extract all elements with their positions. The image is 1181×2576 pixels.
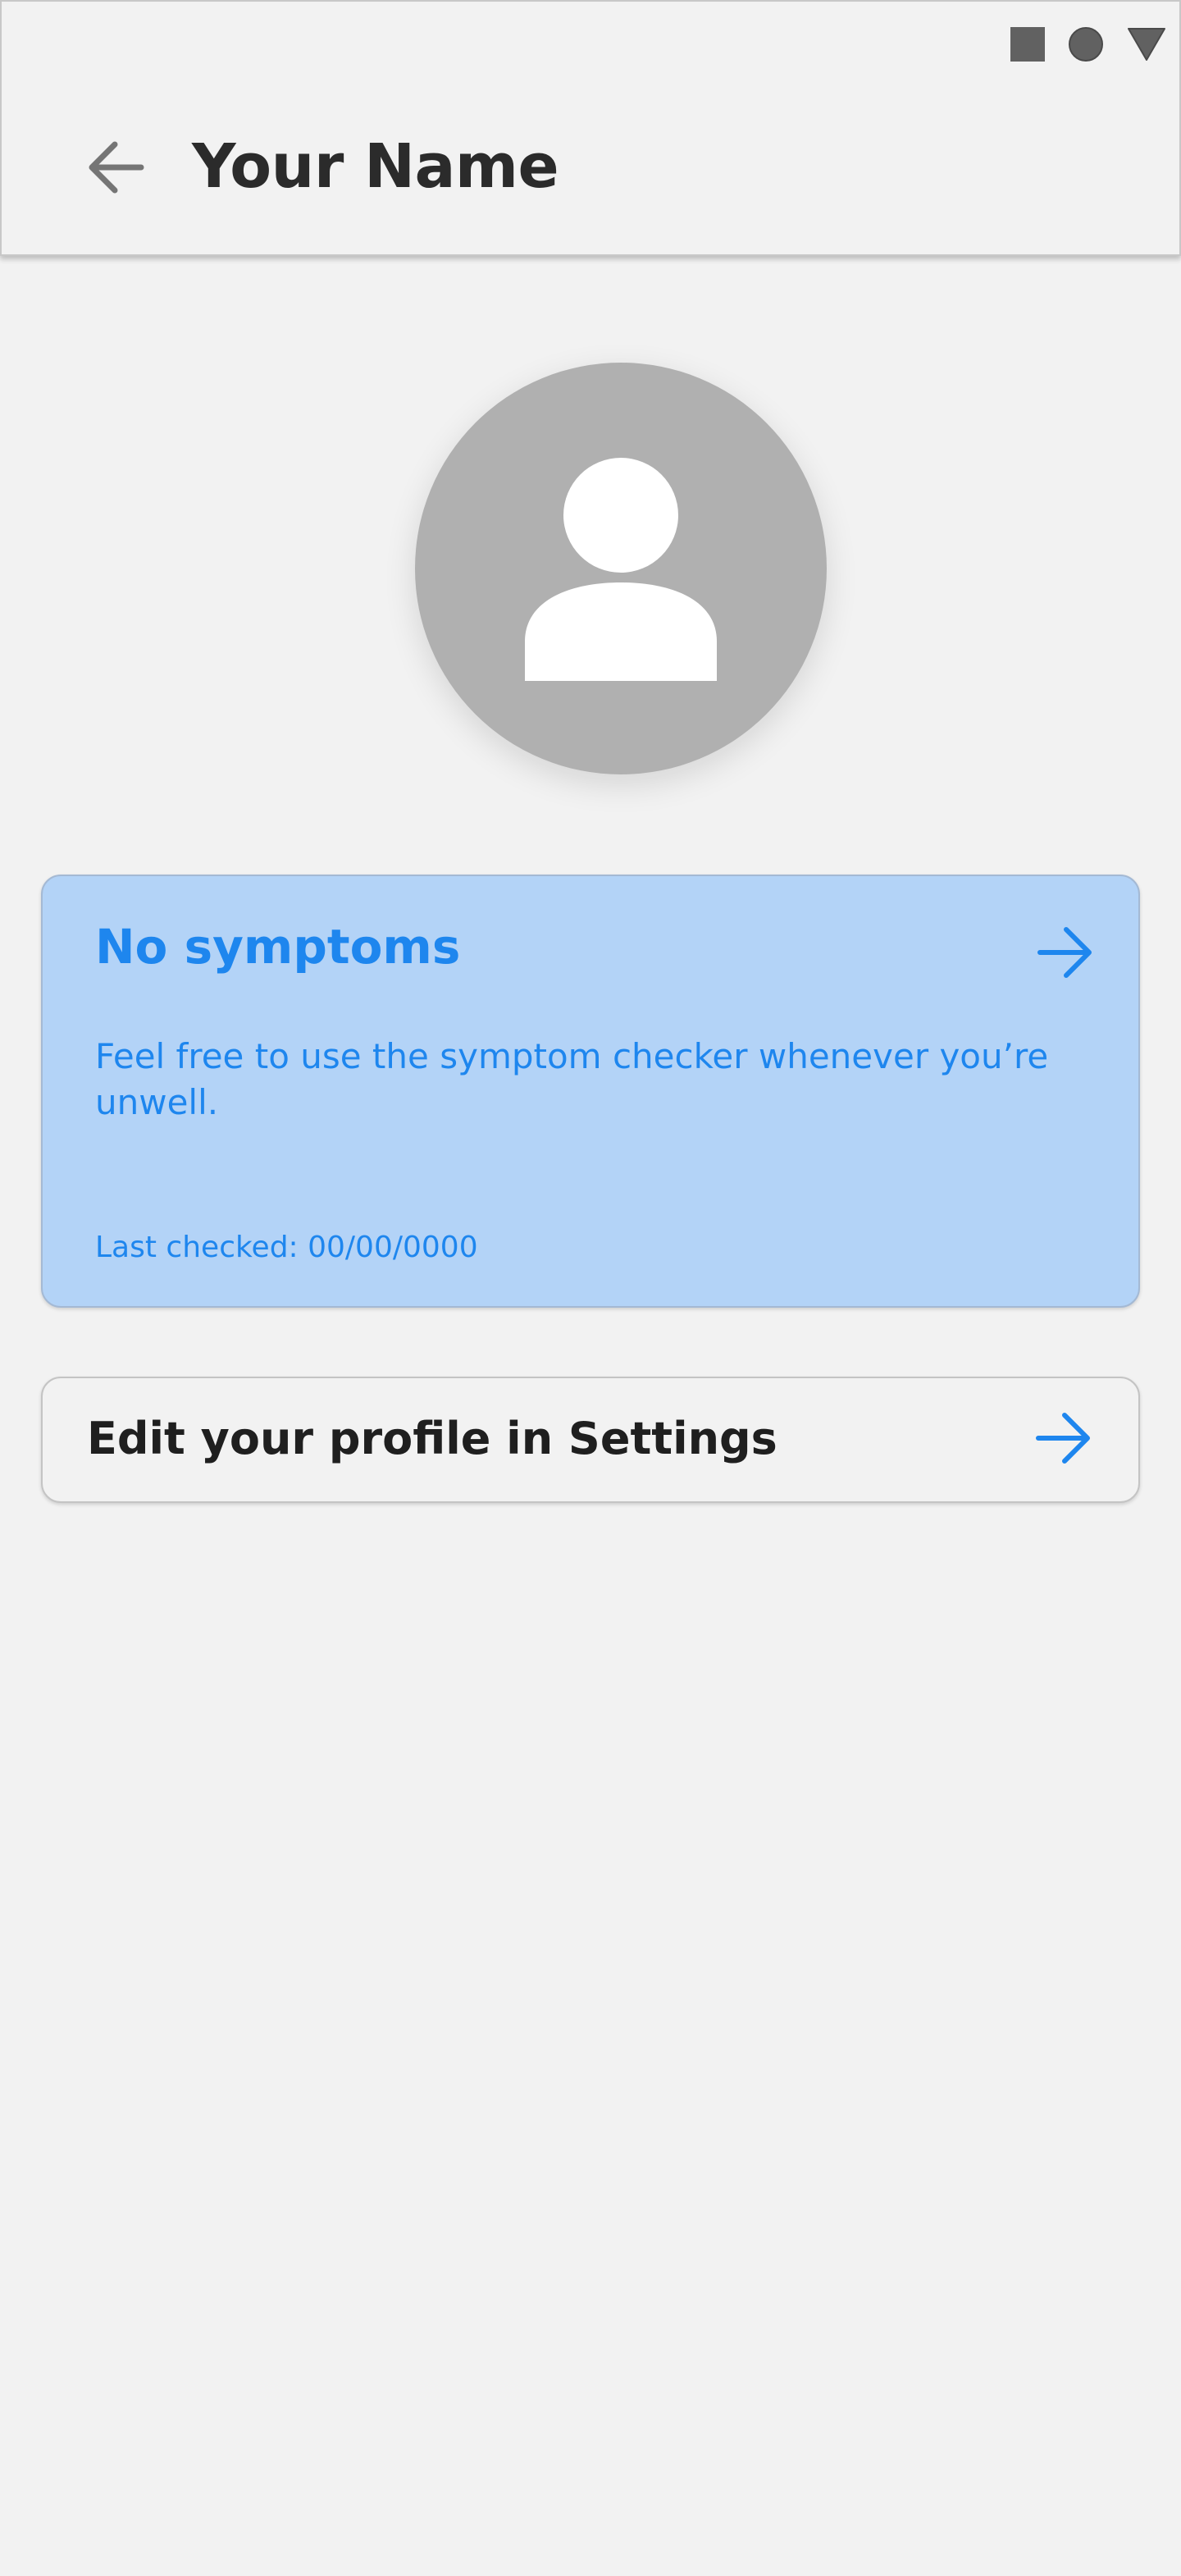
arrow-right-icon — [1037, 925, 1096, 983]
person-icon — [415, 363, 827, 774]
profile-screen: Your Name No symptoms Feel free to use t… — [0, 0, 1181, 2576]
page-title: Your Name — [192, 131, 559, 202]
app-bar: Your Name — [0, 0, 1181, 256]
edit-profile-label: Edit your profile in Settings — [87, 1413, 777, 1464]
status-bar-icons — [1010, 26, 1166, 62]
circle-icon — [1068, 26, 1104, 62]
arrow-right-icon — [1035, 1411, 1094, 1468]
symptom-status-description: Feel free to use the symptom checker whe… — [95, 1036, 1049, 1122]
triangle-down-icon — [1127, 27, 1166, 62]
back-button[interactable] — [80, 138, 149, 200]
last-checked-date: Last checked: 00/00/0000 — [95, 1231, 478, 1264]
avatar — [415, 363, 827, 774]
edit-profile-settings-button[interactable]: Edit your profile in Settings — [41, 1377, 1140, 1503]
symptom-status-title: No symptoms — [95, 919, 461, 975]
symptom-status-card[interactable]: No symptoms Feel free to use the symptom… — [41, 875, 1140, 1308]
arrow-left-icon — [85, 139, 144, 199]
square-icon — [1010, 27, 1045, 62]
